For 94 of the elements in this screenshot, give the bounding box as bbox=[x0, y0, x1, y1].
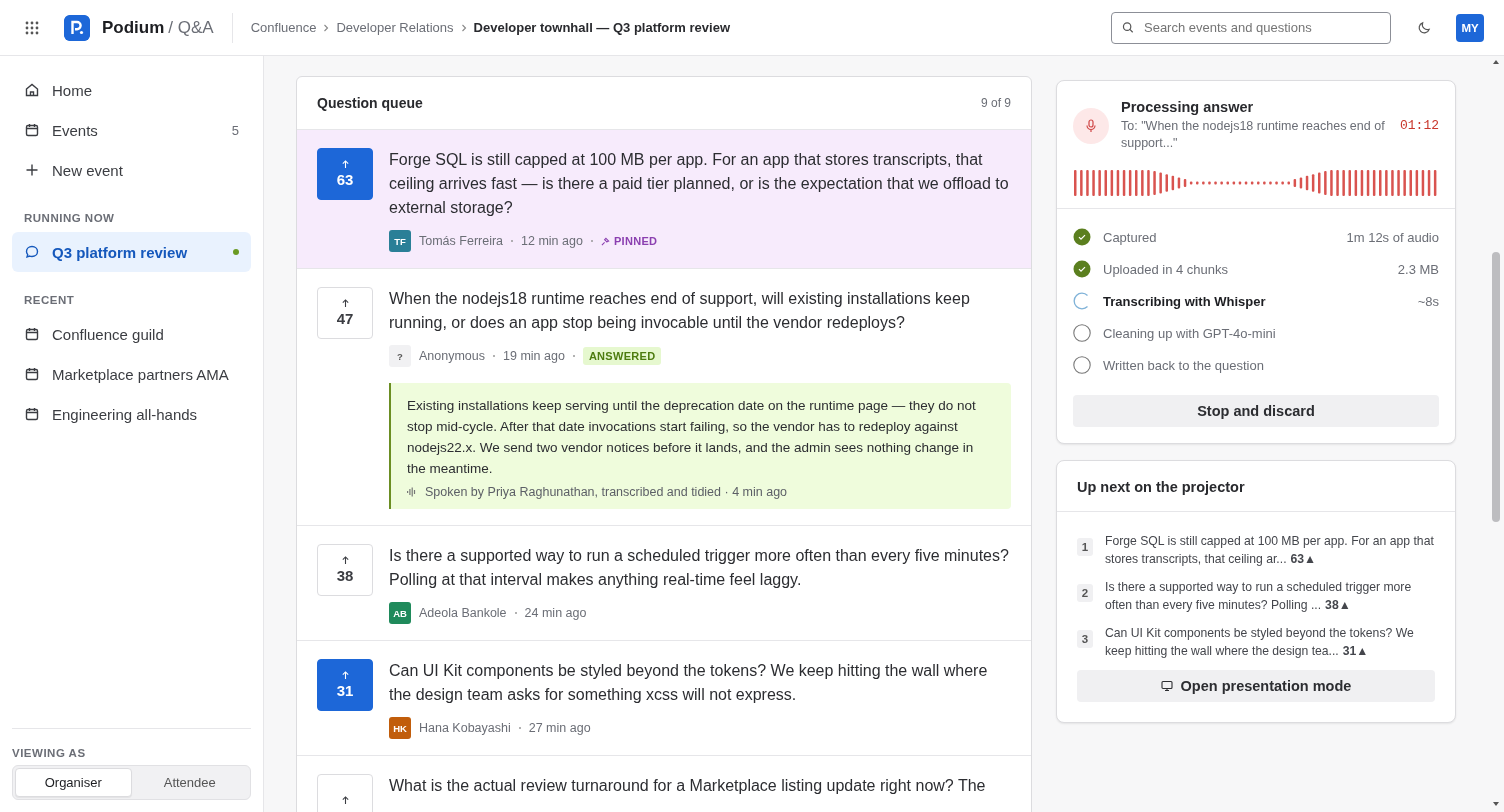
timestamp: 27 min ago bbox=[528, 721, 591, 735]
search-icon bbox=[1122, 21, 1134, 34]
queue-number: 2 bbox=[1077, 584, 1093, 602]
step-detail: 1m 12s of audio bbox=[1346, 229, 1439, 245]
author-name: Adeola Bankole bbox=[419, 606, 507, 620]
answer-credit: Spoken by Priya Raghunathan, transcribed and tidied · 4 min ago bbox=[425, 485, 788, 499]
upvote-button[interactable]: 38 bbox=[317, 544, 373, 596]
role-option[interactable]: Attendee bbox=[131, 768, 248, 797]
empty-circle-icon bbox=[1073, 324, 1091, 342]
card-title: Question queue bbox=[317, 95, 423, 111]
nav-item[interactable]: Events 5 bbox=[12, 110, 251, 150]
nav-item[interactable]: New event bbox=[12, 150, 251, 190]
user-avatar[interactable]: MY bbox=[1456, 13, 1484, 42]
pinned-label: PINNED bbox=[600, 235, 658, 247]
author-avatar: ? bbox=[389, 345, 411, 367]
chevron-right-icon bbox=[460, 23, 467, 32]
timestamp: 24 min ago bbox=[524, 606, 587, 620]
step-label: Captured bbox=[1103, 229, 1158, 245]
author-avatar: HK bbox=[389, 717, 411, 739]
timestamp: 12 min ago bbox=[521, 234, 583, 248]
check-icon bbox=[1073, 228, 1091, 246]
step-detail: ~8s bbox=[1417, 293, 1439, 309]
breadcrumb-link[interactable]: Confluence bbox=[250, 20, 317, 35]
arrow-up-icon bbox=[340, 556, 350, 565]
app-name: Podium bbox=[102, 17, 165, 38]
panel-subtitle: To: "When the nodejs18 runtime reaches end of support..." bbox=[1121, 118, 1386, 152]
chat-bubble-icon bbox=[24, 244, 40, 260]
arrow-up-icon bbox=[340, 671, 350, 680]
upvote-button[interactable]: 31 bbox=[317, 659, 373, 711]
role-option[interactable]: Organiser bbox=[15, 768, 132, 797]
panel-title: Processing answer bbox=[1121, 99, 1255, 115]
app-grid-icon[interactable] bbox=[24, 19, 40, 36]
moon-icon[interactable] bbox=[1417, 20, 1432, 35]
event-item[interactable]: Confluence guild bbox=[12, 314, 251, 354]
answered-badge: ANSWERED bbox=[582, 347, 662, 365]
timestamp: 19 min ago bbox=[503, 349, 565, 363]
answer-text: Existing installations keep serving until the deprecation date on the runtime page — they do not stop mid-cycle. After that date invocations start failing, so the vendor has to redeploy against nodejs22.x. We send two vendor notices before it lands, and the admin sees nothing change in the meantime. bbox=[407, 397, 977, 478]
breadcrumb-link[interactable]: Developer Relations bbox=[336, 20, 454, 35]
stop-button[interactable]: Stop and discard bbox=[1073, 395, 1439, 427]
queue-number: 1 bbox=[1077, 538, 1093, 556]
queued-question: Forge SQL is still capped at 100 MB per app. For an app that stores transcripts, that ceiling ar... 63▲ bbox=[1105, 533, 1435, 568]
logo-icon bbox=[64, 14, 90, 41]
plus-icon bbox=[24, 162, 40, 178]
question-text: Can UI Kit components be styled beyond the tokens? We keep hitting the wall where the design team asks for something xcss will not express. bbox=[389, 661, 989, 705]
arrow-up-icon bbox=[340, 299, 350, 308]
author-name: Tomás Ferreira bbox=[419, 234, 504, 248]
presentation-button[interactable]: Open presentation mode bbox=[1077, 670, 1435, 702]
upvote-button[interactable]: 63 bbox=[317, 148, 373, 200]
calendar-icon bbox=[24, 122, 40, 138]
panel-title: Up next on the projector bbox=[1057, 461, 1455, 512]
event-item[interactable]: Q3 platform review bbox=[12, 232, 251, 272]
author-avatar: TF bbox=[389, 230, 411, 252]
step-label: Written back to the question bbox=[1103, 357, 1265, 373]
calendar-icon bbox=[24, 366, 40, 382]
question-count: 9 of 9 bbox=[980, 96, 1011, 110]
recording-timer: 01:12 bbox=[1400, 118, 1439, 133]
author-avatar: AB bbox=[389, 602, 411, 624]
event-item[interactable]: Engineering all-hands bbox=[12, 394, 251, 434]
audio-icon bbox=[407, 487, 417, 497]
home-icon bbox=[24, 82, 40, 98]
question-text: Forge SQL is still capped at 100 MB per app. For an app that stores transcripts, that ceiling arrives fast — is there a paid tier planned, or is the expectation that we offload to external storage? bbox=[389, 150, 1010, 218]
section-heading: RECENT bbox=[23, 293, 76, 308]
author-name: Anonymous bbox=[419, 349, 485, 363]
step-label: Cleaning up with GPT-4o-mini bbox=[1103, 325, 1277, 341]
queue-number: 3 bbox=[1077, 630, 1093, 648]
queued-question: Can UI Kit components be styled beyond the tokens? We keep hitting the wall where the design tea... 31▲ bbox=[1105, 625, 1415, 660]
step-label: Uploaded in 4 chunks bbox=[1103, 261, 1230, 277]
step-label: Transcribing with Whisper bbox=[1103, 293, 1267, 309]
arrow-up-icon bbox=[340, 795, 350, 805]
section-heading: VIEWING AS bbox=[12, 747, 87, 761]
search-field[interactable]: Search events and questions bbox=[1111, 11, 1391, 44]
section-heading: RUNNING NOW bbox=[23, 211, 116, 226]
spinner-icon bbox=[1073, 292, 1091, 310]
pin-icon bbox=[600, 236, 610, 246]
chevron-right-icon bbox=[323, 23, 330, 32]
queued-question: Is there a supported way to run a scheduled trigger more often than every five minutes? Polling ... 38▲ bbox=[1105, 579, 1413, 614]
question-text: Is there a supported way to run a scheduled trigger more often than every five minutes? Polling at that interval makes anything real-time feel laggy. bbox=[389, 546, 1010, 590]
empty-circle-icon bbox=[1073, 356, 1091, 374]
check-icon bbox=[1073, 260, 1091, 278]
author-name: Hana Kobayashi bbox=[419, 721, 511, 735]
question-text: What is the actual review turnaround for a Marketplace listing update right now? The bbox=[389, 776, 987, 796]
upvote-button[interactable]: 47 bbox=[317, 287, 373, 339]
event-item[interactable]: Marketplace partners AMA bbox=[12, 354, 251, 394]
step-detail: 2.3 MB bbox=[1397, 261, 1439, 277]
monitor-icon bbox=[1160, 680, 1173, 692]
section-name: / Q&A bbox=[168, 17, 214, 38]
arrow-up-icon bbox=[340, 160, 350, 169]
question-text: When the nodejs18 runtime reaches end of support, will existing installations keep running, or does an app stop being invocable until the vendor redeploys? bbox=[389, 289, 971, 333]
microphone-icon bbox=[1073, 107, 1109, 144]
search-input[interactable]: Search events and questions bbox=[1142, 19, 1380, 36]
calendar-icon bbox=[24, 406, 40, 422]
calendar-icon bbox=[24, 326, 40, 342]
nav-item[interactable]: Home bbox=[12, 70, 251, 110]
breadcrumb-link[interactable]: Developer townhall — Q3 platform review bbox=[473, 20, 730, 35]
